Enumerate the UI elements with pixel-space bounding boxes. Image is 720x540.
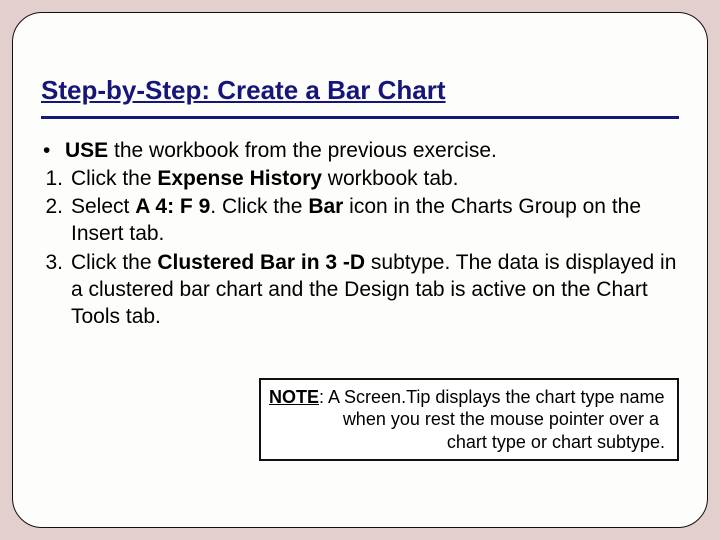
- bullet-rest: the workbook from the previous exercise.: [108, 139, 497, 162]
- step-row: 3. Click the Clustered Bar in 3 -D subty…: [41, 249, 679, 331]
- note-label: NOTE: [269, 387, 319, 407]
- bullet-marker: •: [41, 137, 65, 164]
- step-text: Click the Clustered Bar in 3 -D subtype.…: [71, 249, 679, 331]
- slide-content: • USE the workbook from the previous exe…: [13, 119, 707, 331]
- step-row: 1. Click the Expense History workbook ta…: [41, 165, 679, 192]
- slide-card: Step-by-Step: Create a Bar Chart • USE t…: [12, 12, 708, 528]
- slide-title: Step-by-Step: Create a Bar Chart: [13, 13, 707, 106]
- step-number: 3.: [41, 249, 71, 331]
- step-row: 2. Select A 4: F 9. Click the Bar icon i…: [41, 193, 679, 248]
- step-1-post: workbook tab.: [322, 167, 459, 190]
- step-2-seg: . Click the: [210, 195, 308, 218]
- step-2-seg: Select: [71, 195, 135, 218]
- step-3-seg: Click the: [71, 251, 157, 274]
- step-1-bold: Expense History: [157, 167, 322, 190]
- note-line-1-text: : A Screen.Tip displays the chart type n…: [319, 387, 665, 407]
- step-number: 2.: [41, 193, 71, 248]
- step-number: 1.: [41, 165, 71, 192]
- bullet-text: USE the workbook from the previous exerc…: [65, 137, 679, 164]
- bullet-prefix: USE: [65, 139, 108, 162]
- step-text: Select A 4: F 9. Click the Bar icon in t…: [71, 193, 679, 248]
- step-3-seg: Clustered Bar in 3 -D: [157, 251, 365, 274]
- note-box: NOTE: A Screen.Tip displays the chart ty…: [259, 378, 679, 462]
- bullet-row: • USE the workbook from the previous exe…: [41, 137, 679, 164]
- step-2-seg: Bar: [308, 195, 343, 218]
- note-line-3: chart type or chart subtype.: [269, 431, 669, 454]
- step-2-seg: A 4: F 9: [135, 195, 210, 218]
- step-text: Click the Expense History workbook tab.: [71, 165, 679, 192]
- note-line-1: NOTE: A Screen.Tip displays the chart ty…: [269, 386, 669, 409]
- step-1-pre: Click the: [71, 167, 157, 190]
- note-line-2: when you rest the mouse pointer over a: [269, 408, 669, 431]
